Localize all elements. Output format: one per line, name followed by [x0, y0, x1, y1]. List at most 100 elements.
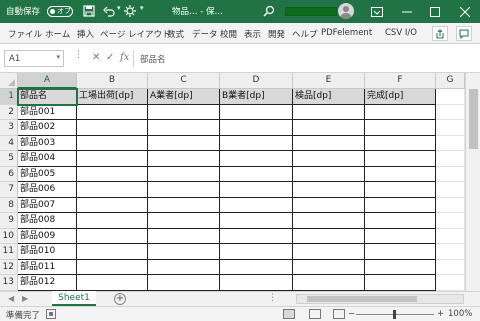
share-button[interactable]: [432, 26, 448, 41]
zoom-level[interactable]: 100%: [448, 309, 472, 319]
cell[interactable]: [77, 259, 148, 275]
header-cell[interactable]: 部品名: [17, 88, 78, 106]
header-cell[interactable]: B業者[dp]: [220, 89, 293, 105]
tab-home[interactable]: ホーム: [45, 28, 70, 40]
formula-input[interactable]: 部品名: [133, 50, 475, 67]
header-cell[interactable]: 検品[dp]: [293, 89, 365, 105]
row-header[interactable]: 7: [0, 182, 18, 198]
cell[interactable]: [293, 275, 365, 291]
normal-view-icon[interactable]: [283, 309, 295, 319]
tab-csv-io[interactable]: CSV I/O: [385, 28, 417, 38]
cell[interactable]: [365, 275, 436, 291]
cell[interactable]: [293, 228, 365, 244]
cell[interactable]: [220, 182, 293, 198]
autosave-toggle[interactable]: オフ: [47, 6, 73, 17]
row-header[interactable]: 8: [0, 197, 18, 213]
column-header[interactable]: A: [18, 73, 77, 89]
row-header[interactable]: 10: [0, 228, 18, 244]
enter-icon[interactable]: ✓: [106, 52, 114, 63]
cell[interactable]: 部品003: [18, 135, 77, 151]
column-header[interactable]: G: [436, 73, 465, 89]
cell[interactable]: [293, 182, 365, 198]
cell[interactable]: [220, 135, 293, 151]
row-header[interactable]: 2: [0, 104, 18, 120]
column-header[interactable]: E: [293, 73, 365, 89]
cell[interactable]: [293, 151, 365, 167]
cell[interactable]: [436, 182, 465, 198]
customize-icon[interactable]: [123, 4, 137, 18]
cell[interactable]: [365, 244, 436, 260]
cell[interactable]: [148, 197, 220, 213]
undo-icon[interactable]: [102, 4, 116, 18]
cell[interactable]: 部品011: [18, 259, 77, 275]
horizontal-scrollbar[interactable]: [296, 294, 464, 304]
add-sheet-button[interactable]: +: [114, 293, 126, 305]
cell[interactable]: [77, 120, 148, 136]
column-header[interactable]: D: [220, 73, 293, 89]
select-all-button[interactable]: [0, 73, 18, 89]
row-header[interactable]: 12: [0, 259, 18, 275]
tab-review[interactable]: 校閲: [220, 28, 237, 40]
cell[interactable]: [77, 104, 148, 120]
cell[interactable]: [436, 104, 465, 120]
cancel-icon[interactable]: ✕: [92, 52, 100, 63]
restore-button[interactable]: [420, 0, 450, 23]
cell[interactable]: [293, 135, 365, 151]
cell[interactable]: [220, 120, 293, 136]
cell[interactable]: [436, 213, 465, 229]
cell[interactable]: [220, 244, 293, 260]
cell[interactable]: [77, 135, 148, 151]
cell[interactable]: [148, 120, 220, 136]
column-header[interactable]: B: [77, 73, 148, 89]
header-cell[interactable]: 完成[dp]: [365, 89, 436, 105]
cell[interactable]: [293, 197, 365, 213]
cell[interactable]: [220, 228, 293, 244]
qat-dropdown-icon[interactable]: ▾: [140, 4, 144, 12]
cell[interactable]: [220, 197, 293, 213]
cell[interactable]: [436, 275, 465, 291]
tab-formulas[interactable]: 数式: [167, 28, 184, 40]
cell[interactable]: [436, 135, 465, 151]
cell[interactable]: [365, 166, 436, 182]
cell[interactable]: 部品002: [18, 120, 77, 136]
cell[interactable]: [148, 182, 220, 198]
cell[interactable]: [293, 104, 365, 120]
comments-button[interactable]: [456, 26, 472, 41]
insert-function-icon[interactable]: fx: [120, 52, 129, 63]
cell[interactable]: [365, 104, 436, 120]
cell[interactable]: [77, 166, 148, 182]
cell[interactable]: 部品010: [18, 244, 77, 260]
cell[interactable]: [436, 228, 465, 244]
tab-data[interactable]: データ: [192, 28, 218, 40]
cell[interactable]: 部品004: [18, 151, 77, 167]
cell[interactable]: [293, 244, 365, 260]
row-header[interactable]: 3: [0, 120, 18, 136]
header-cell[interactable]: 工場出荷[dp]: [77, 89, 148, 105]
cell[interactable]: [220, 275, 293, 291]
sheet-tab[interactable]: Sheet1: [52, 291, 96, 306]
cell[interactable]: [220, 151, 293, 167]
row-header[interactable]: 6: [0, 166, 18, 182]
cell[interactable]: 部品012: [18, 275, 77, 291]
row-header[interactable]: 4: [0, 135, 18, 151]
cell[interactable]: [365, 151, 436, 167]
account-icon[interactable]: [338, 3, 354, 19]
cell[interactable]: [148, 275, 220, 291]
cell[interactable]: [77, 182, 148, 198]
cell[interactable]: [148, 151, 220, 167]
cell[interactable]: 部品009: [18, 228, 77, 244]
tab-developer[interactable]: 開発: [268, 28, 285, 40]
page-break-preview-icon[interactable]: [333, 309, 345, 319]
cell[interactable]: [365, 120, 436, 136]
tab-insert[interactable]: 挿入: [77, 28, 94, 40]
cell[interactable]: [436, 120, 465, 136]
ribbon-display-button[interactable]: [362, 0, 392, 23]
cell[interactable]: [220, 104, 293, 120]
macro-record-icon[interactable]: [46, 309, 56, 319]
row-header[interactable]: 11: [0, 244, 18, 260]
save-icon[interactable]: [82, 4, 96, 18]
cell[interactable]: [436, 244, 465, 260]
cell[interactable]: [365, 197, 436, 213]
chevron-down-icon[interactable]: ▾: [56, 53, 60, 61]
zoom-slider-thumb[interactable]: [393, 310, 396, 319]
